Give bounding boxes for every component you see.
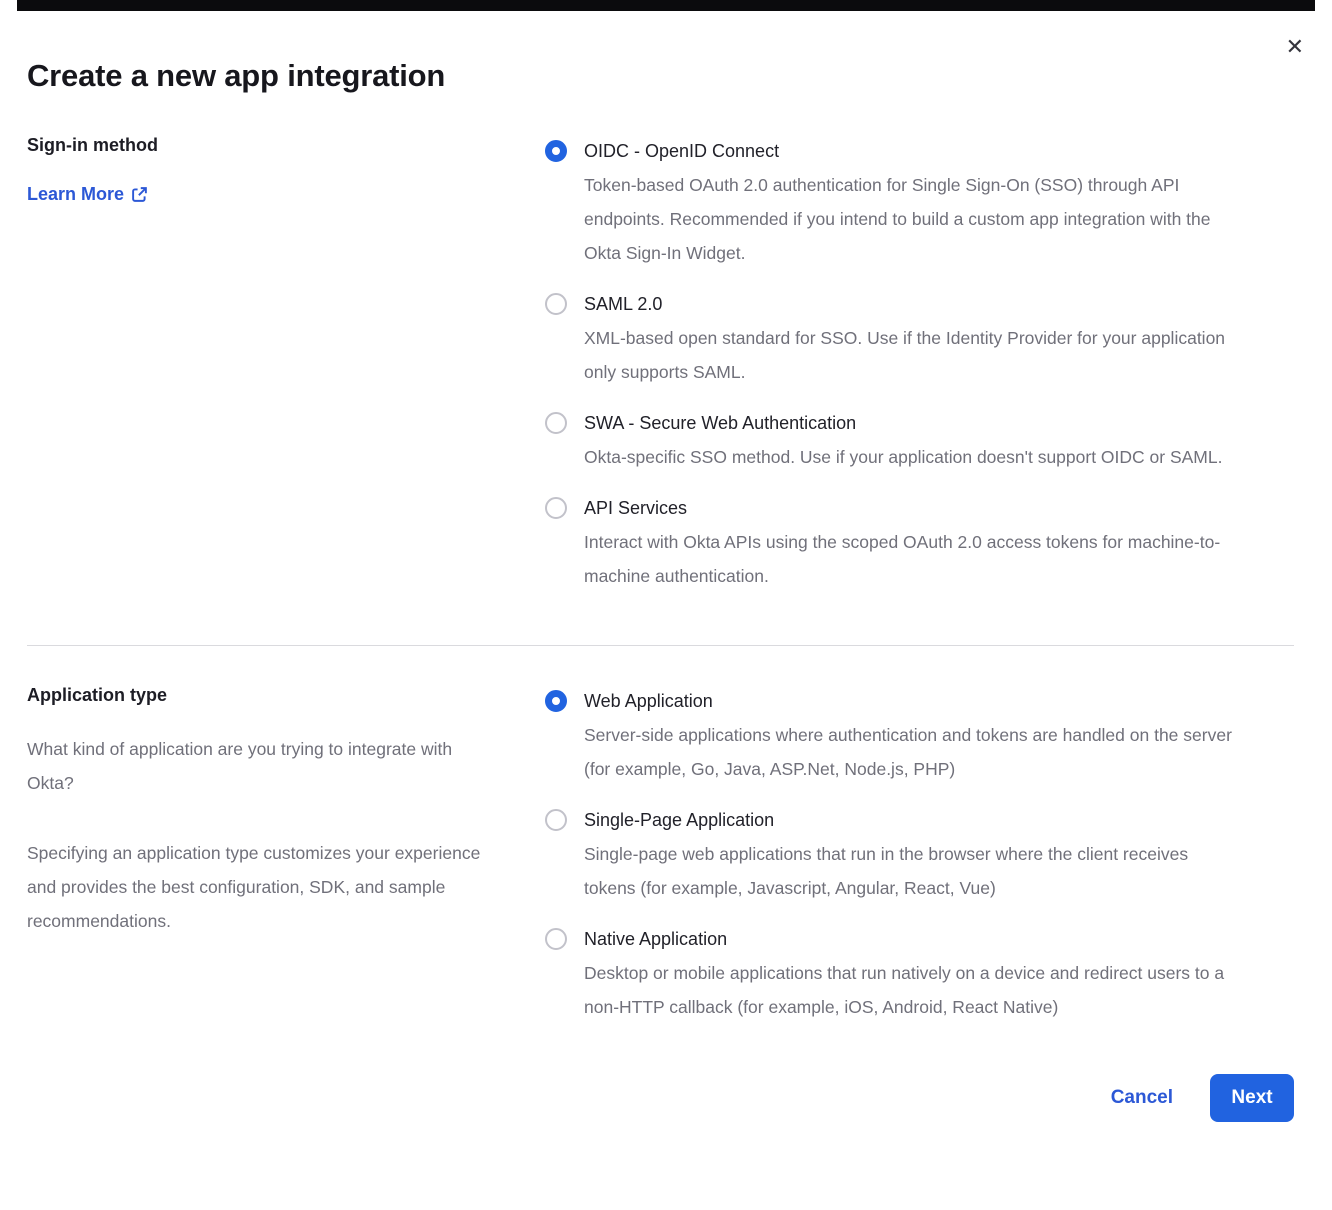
signin-method-section: Sign-in method Learn More OIDC - OpenID … <box>27 134 1294 593</box>
learn-more-link[interactable]: Learn More <box>27 184 148 205</box>
application-type-section: Application type What kind of applicatio… <box>27 684 1294 1024</box>
learn-more-label: Learn More <box>27 184 124 205</box>
application-type-help-text: Specifying an application type customize… <box>27 836 499 938</box>
radio-unselected-icon[interactable] <box>545 497 567 519</box>
radio-option-label[interactable]: SAML 2.0 <box>584 287 1244 321</box>
radio-option-description: Single-page web applications that run in… <box>584 837 1244 905</box>
radio-unselected-icon[interactable] <box>545 928 567 950</box>
radio-option-saml: SAML 2.0 XML-based open standard for SSO… <box>545 287 1294 389</box>
radio-option-description: Desktop or mobile applications that run … <box>584 956 1244 1024</box>
radio-option-native-application: Native Application Desktop or mobile app… <box>545 922 1294 1024</box>
radio-option-description: Interact with Okta APIs using the scoped… <box>584 525 1244 593</box>
section-divider <box>27 645 1294 646</box>
cancel-button[interactable]: Cancel <box>1111 1087 1173 1109</box>
radio-selected-icon[interactable] <box>545 140 567 162</box>
radio-option-swa: SWA - Secure Web Authentication Okta-spe… <box>545 406 1294 474</box>
radio-option-label[interactable]: Native Application <box>584 922 1244 956</box>
radio-option-label[interactable]: SWA - Secure Web Authentication <box>584 406 1222 440</box>
external-link-icon <box>131 186 148 203</box>
radio-option-oidc: OIDC - OpenID Connect Token-based OAuth … <box>545 134 1294 270</box>
radio-unselected-icon[interactable] <box>545 293 567 315</box>
application-type-label: Application type <box>27 684 545 706</box>
close-icon[interactable]: ✕ <box>1286 36 1304 58</box>
dialog-footer: Cancel Next <box>27 1074 1294 1122</box>
radio-option-single-page-application: Single-Page Application Single-page web … <box>545 803 1294 905</box>
next-button[interactable]: Next <box>1210 1074 1294 1122</box>
radio-option-api-services: API Services Interact with Okta APIs usi… <box>545 491 1294 593</box>
radio-option-description: Okta-specific SSO method. Use if your ap… <box>584 440 1222 474</box>
radio-option-description: Server-side applications where authentic… <box>584 718 1244 786</box>
radio-option-label[interactable]: Single-Page Application <box>584 803 1244 837</box>
create-app-integration-dialog: Create a new app integration Sign-in met… <box>0 0 1332 1122</box>
signin-method-label: Sign-in method <box>27 134 545 156</box>
radio-unselected-icon[interactable] <box>545 412 567 434</box>
radio-unselected-icon[interactable] <box>545 809 567 831</box>
radio-option-web-application: Web Application Server-side applications… <box>545 684 1294 786</box>
radio-selected-icon[interactable] <box>545 690 567 712</box>
radio-option-description: XML-based open standard for SSO. Use if … <box>584 321 1244 389</box>
application-type-question: What kind of application are you trying … <box>27 732 499 800</box>
radio-option-label[interactable]: OIDC - OpenID Connect <box>584 134 1244 168</box>
radio-option-description: Token-based OAuth 2.0 authentication for… <box>584 168 1244 270</box>
radio-option-label[interactable]: Web Application <box>584 684 1244 718</box>
page-title: Create a new app integration <box>27 58 1294 94</box>
radio-option-label[interactable]: API Services <box>584 491 1244 525</box>
top-bar <box>17 0 1315 11</box>
